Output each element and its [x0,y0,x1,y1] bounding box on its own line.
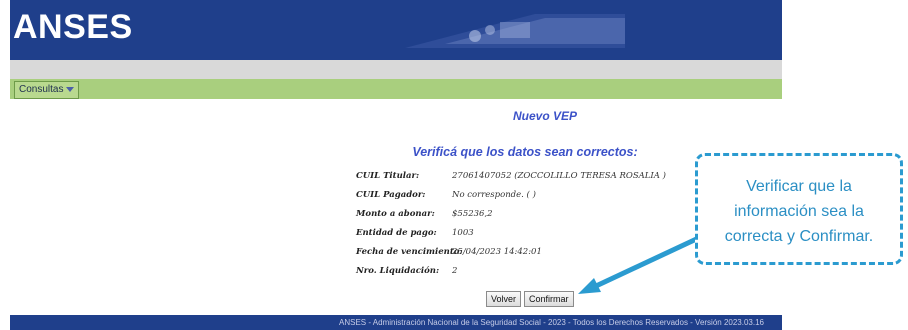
banner-decorative-graphic [385,8,625,56]
field-row-fecha: Fecha de vencimiento: 25/04/2023 14:42:0… [356,244,696,263]
header-banner: ANSES [10,0,782,60]
consultas-label: Consultas [19,84,64,95]
consultas-menu[interactable]: Consultas [14,81,80,99]
callout-text: Verificar que la información sea la corr… [700,174,898,249]
field-row-cuil-pagador: CUIL Pagador: No corresponde. ( ) [356,187,696,206]
field-value: 2 [452,266,458,276]
field-row-monto: Monto a abonar: $55236,2 [356,206,696,225]
footer: ANSES - Administración Nacional de la Se… [10,315,782,330]
field-value: $55236,2 [452,209,493,219]
field-value: No corresponde. ( ) [452,190,536,200]
volver-button[interactable]: Volver [486,291,522,307]
header-separator [10,60,782,79]
field-value: 27061407052 (ZOCCOLILLO TERESA ROSALIA ) [452,171,666,181]
confirmar-button[interactable]: Confirmar [524,291,574,307]
action-buttons: Volver Confirmar [486,287,577,307]
field-label: Nro. Liquidación: [356,266,440,276]
menu-bar: Consultas [10,79,782,99]
field-row-entidad: Entidad de pago: 1003 [356,225,696,244]
page-title: Nuevo VEP [512,109,578,123]
field-row-liquidacion: Nro. Liquidación: 2 [356,263,696,282]
anses-logo: ANSES [13,8,133,46]
callout-line: Verificar que la [746,178,852,195]
field-value: 25/04/2023 14:42:01 [452,247,542,257]
field-row-cuil-titular: CUIL Titular: 27061407052 (ZOCCOLILLO TE… [356,168,696,187]
main-content: Nuevo VEP Verificá que los datos sean co… [10,99,782,315]
instruction-callout: Verificar que la información sea la corr… [695,153,903,265]
vep-details: CUIL Titular: 27061407052 (ZOCCOLILLO TE… [356,168,696,282]
field-label: CUIL Titular: [356,171,420,181]
field-label: CUIL Pagador: [356,190,426,200]
field-value: 1003 [452,228,474,238]
chevron-down-icon [66,86,75,92]
callout-line: información sea la [734,203,864,220]
callout-line: correcta y Confirmar. [724,228,874,245]
anses-page: ANSES Consultas Nuevo VEP Verificá que l… [10,0,782,330]
field-label: Fecha de vencimiento: [356,247,463,257]
field-label: Monto a abonar: [356,209,435,219]
field-label: Entidad de pago: [356,228,437,238]
